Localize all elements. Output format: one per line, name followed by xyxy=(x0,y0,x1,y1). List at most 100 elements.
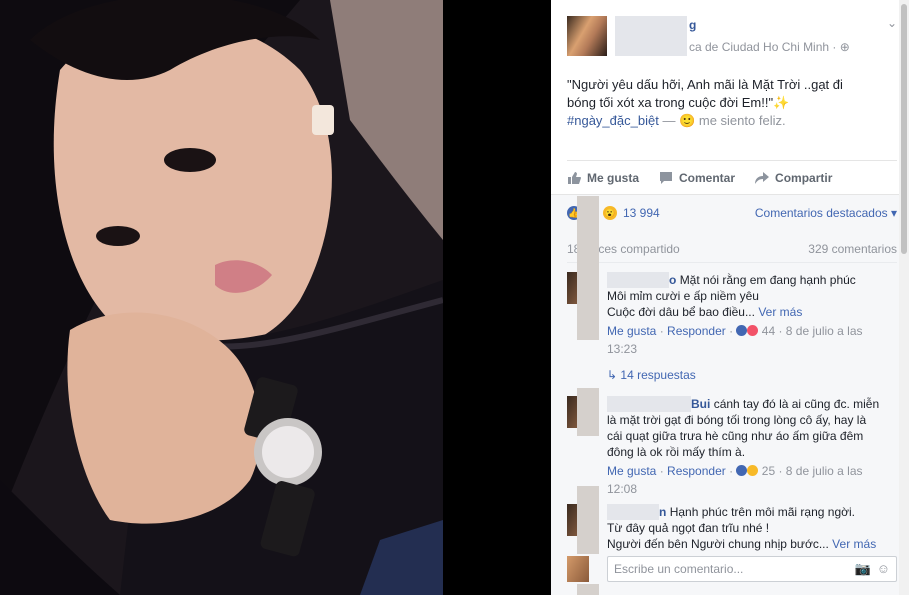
comment-body: Bui cánh tay đó là ai cũng đc. miễn là m… xyxy=(607,396,899,498)
globe-icon: ⊕ xyxy=(839,40,850,54)
share-count-suffix[interactable]: ces compartido xyxy=(598,242,679,256)
post-text-line2: bóng tối xót xa trong cuộc đời Em!!" xyxy=(567,95,774,110)
divider xyxy=(567,262,897,263)
comment-like-link[interactable]: Me gusta xyxy=(607,324,656,338)
comment-text: Người đến bên Người chung nhịp bước... xyxy=(607,537,829,551)
comment-text: cánh tay đó là ai cũng đc. miễn xyxy=(713,397,880,411)
see-more-link[interactable]: Ver más xyxy=(758,305,802,319)
comment-input[interactable]: Escribe un comentario... 📷 ☺ xyxy=(607,556,897,582)
comment-body: n Hạnh phúc trên môi mãi rạng ngời. Từ đ… xyxy=(607,504,899,552)
comment-reaction-count[interactable]: 25 xyxy=(762,464,775,478)
share-icon xyxy=(755,172,770,184)
author-name-redacted xyxy=(615,16,687,56)
comment-text: Cuộc đời dâu bể bao điều... xyxy=(607,305,755,319)
comment-text-line: cái quạt giữa trưa hè cũng như áo ấm giữ… xyxy=(607,429,864,443)
comment-reply-link[interactable]: Responder xyxy=(667,324,726,338)
comment-text-line: o Mặt nói rằng em đang hạnh phúc xyxy=(607,272,899,288)
see-more-link[interactable]: Ver más xyxy=(832,537,876,551)
smile-icon: 🙂 xyxy=(679,113,696,128)
comment-body: o Mặt nói rằng em đang hạnh phúc Môi mỉm… xyxy=(607,272,899,358)
redaction-bar xyxy=(577,196,599,246)
commenter-name-redacted xyxy=(607,396,691,412)
comment-count[interactable]: 329 comentarios xyxy=(808,242,897,256)
commenter-name[interactable]: n xyxy=(659,505,666,519)
divider xyxy=(567,160,897,161)
feeling-text: me siento feliz. xyxy=(698,113,786,128)
like-button[interactable]: Me gusta xyxy=(567,168,639,188)
comment-text-line: Từ đây quả ngọt đan trĩu nhé ! xyxy=(607,521,770,535)
comment-text-line: là mặt trời gạt đi bóng tối trong lòng c… xyxy=(607,413,867,427)
location-text[interactable]: ca de Ciudad Ho Chi Minh xyxy=(689,40,829,54)
comment-text-line: Cuộc đời dâu bể bao điều... Ver más xyxy=(607,304,899,320)
post-text: "Người yêu dấu hỡi, Anh mãi là Mặt Trời … xyxy=(567,76,887,130)
comment-input-placeholder: Escribe un comentario... xyxy=(614,562,744,576)
comment-time: 12:08 xyxy=(607,482,638,496)
comment-button[interactable]: Comentar xyxy=(659,168,735,188)
post-photo[interactable] xyxy=(0,0,443,595)
emoji-icon[interactable]: ☺ xyxy=(877,561,890,577)
thumbs-up-icon xyxy=(568,172,581,184)
comment-meta: Me gusta · Responder · 25 · 8 de julio a… xyxy=(607,462,899,498)
post-actions: Me gusta Comentar Compartir xyxy=(567,168,897,188)
scrollbar[interactable] xyxy=(899,0,909,595)
commenter-name-redacted xyxy=(607,504,659,520)
redaction-bar xyxy=(577,244,599,340)
reactions-summary[interactable]: 👍 😮 13 994 Comentarios destacados ▾ xyxy=(567,204,897,222)
comment-text: Mặt nói rằng em đang hạnh phúc xyxy=(679,273,856,287)
comment-like-link[interactable]: Me gusta xyxy=(607,464,656,478)
share-button[interactable]: Compartir xyxy=(755,168,832,188)
comment-reaction-count[interactable]: 44 xyxy=(762,324,775,338)
sort-label: Comentarios destacados xyxy=(754,206,888,220)
chevron-down-icon[interactable]: ⌄ xyxy=(887,16,897,30)
redaction-bar xyxy=(577,388,599,436)
like-reaction-icon xyxy=(736,465,748,476)
comment-text-line: Bui cánh tay đó là ai cũng đc. miễn xyxy=(607,396,899,412)
hashtag-link[interactable]: #ngày_đặc_biệt xyxy=(567,113,659,128)
comment-text: Hạnh phúc trên môi mãi rạng ngời. xyxy=(669,505,855,519)
sparkles-icon: ✨ xyxy=(773,95,790,110)
reaction-count[interactable]: 13 994 xyxy=(623,206,660,220)
comment-text-line: đông là ok rồi mấy thím à. xyxy=(607,445,746,459)
comment-date[interactable]: 8 de julio a las xyxy=(786,464,863,478)
commenter-name[interactable]: Bui xyxy=(691,397,710,411)
replies-count: 14 respuestas xyxy=(620,368,696,382)
viewer-avatar xyxy=(567,556,589,582)
comment-label: Comentar xyxy=(679,171,736,185)
photo-illustration xyxy=(0,0,443,595)
comment-date[interactable]: 8 de julio a las xyxy=(786,324,863,338)
author-name[interactable]: g xyxy=(689,18,696,32)
comment-icon xyxy=(660,172,673,184)
comment-time: 13:23 xyxy=(607,342,638,356)
comment-reply-link[interactable]: Responder xyxy=(667,464,726,478)
camera-icon[interactable]: 📷 xyxy=(855,561,871,577)
share-label: Compartir xyxy=(775,171,833,185)
post-tags: #ngày_đặc_biệt — 🙂 me siento feliz. xyxy=(567,112,887,130)
share-stats: 18 ces compartido 329 comentarios xyxy=(567,242,897,258)
comment-text-line: n Hạnh phúc trên môi mãi rạng ngời. xyxy=(607,504,899,520)
wow-reaction-icon xyxy=(747,465,759,476)
author-avatar[interactable] xyxy=(567,16,607,56)
view-replies-link[interactable]: ↳ 14 respuestas xyxy=(607,368,696,382)
post-sidebar: g ca de Ciudad Ho Chi Minh · ⊕ ⌄ "Người … xyxy=(551,0,909,595)
scrollbar-thumb[interactable] xyxy=(901,4,907,254)
like-reaction-icon xyxy=(736,325,748,336)
photo-viewer xyxy=(0,0,551,595)
post-text-line: bóng tối xót xa trong cuộc đời Em!!"✨ xyxy=(567,94,887,112)
post-text-line: "Người yêu dấu hỡi, Anh mãi là Mặt Trời … xyxy=(567,77,843,92)
dash: — xyxy=(662,113,676,128)
love-reaction-icon xyxy=(747,325,759,336)
like-label: Me gusta xyxy=(587,171,640,185)
wow-reaction-icon: 😮 xyxy=(603,206,617,220)
caret-down-icon: ▾ xyxy=(890,206,897,220)
post-header: g ca de Ciudad Ho Chi Minh · ⊕ ⌄ xyxy=(567,16,897,60)
comment-text-line: Môi mỉm cười e ấp niềm yêu xyxy=(607,289,759,303)
reply-arrow-icon: ↳ xyxy=(607,368,618,382)
comment-meta: Me gusta · Responder · 44 · 8 de julio a… xyxy=(607,322,899,358)
composer-icons: 📷 ☺ xyxy=(855,561,890,577)
comment-composer: Escribe un comentario... 📷 ☺ xyxy=(567,554,897,584)
post-location: ca de Ciudad Ho Chi Minh · ⊕ xyxy=(689,40,850,54)
comment-sort-dropdown[interactable]: Comentarios destacados ▾ xyxy=(755,206,897,220)
comment-text-line: Người đến bên Người chung nhịp bước... V… xyxy=(607,536,899,552)
commenter-name[interactable]: o xyxy=(669,273,676,287)
commenter-name-redacted xyxy=(607,272,669,288)
